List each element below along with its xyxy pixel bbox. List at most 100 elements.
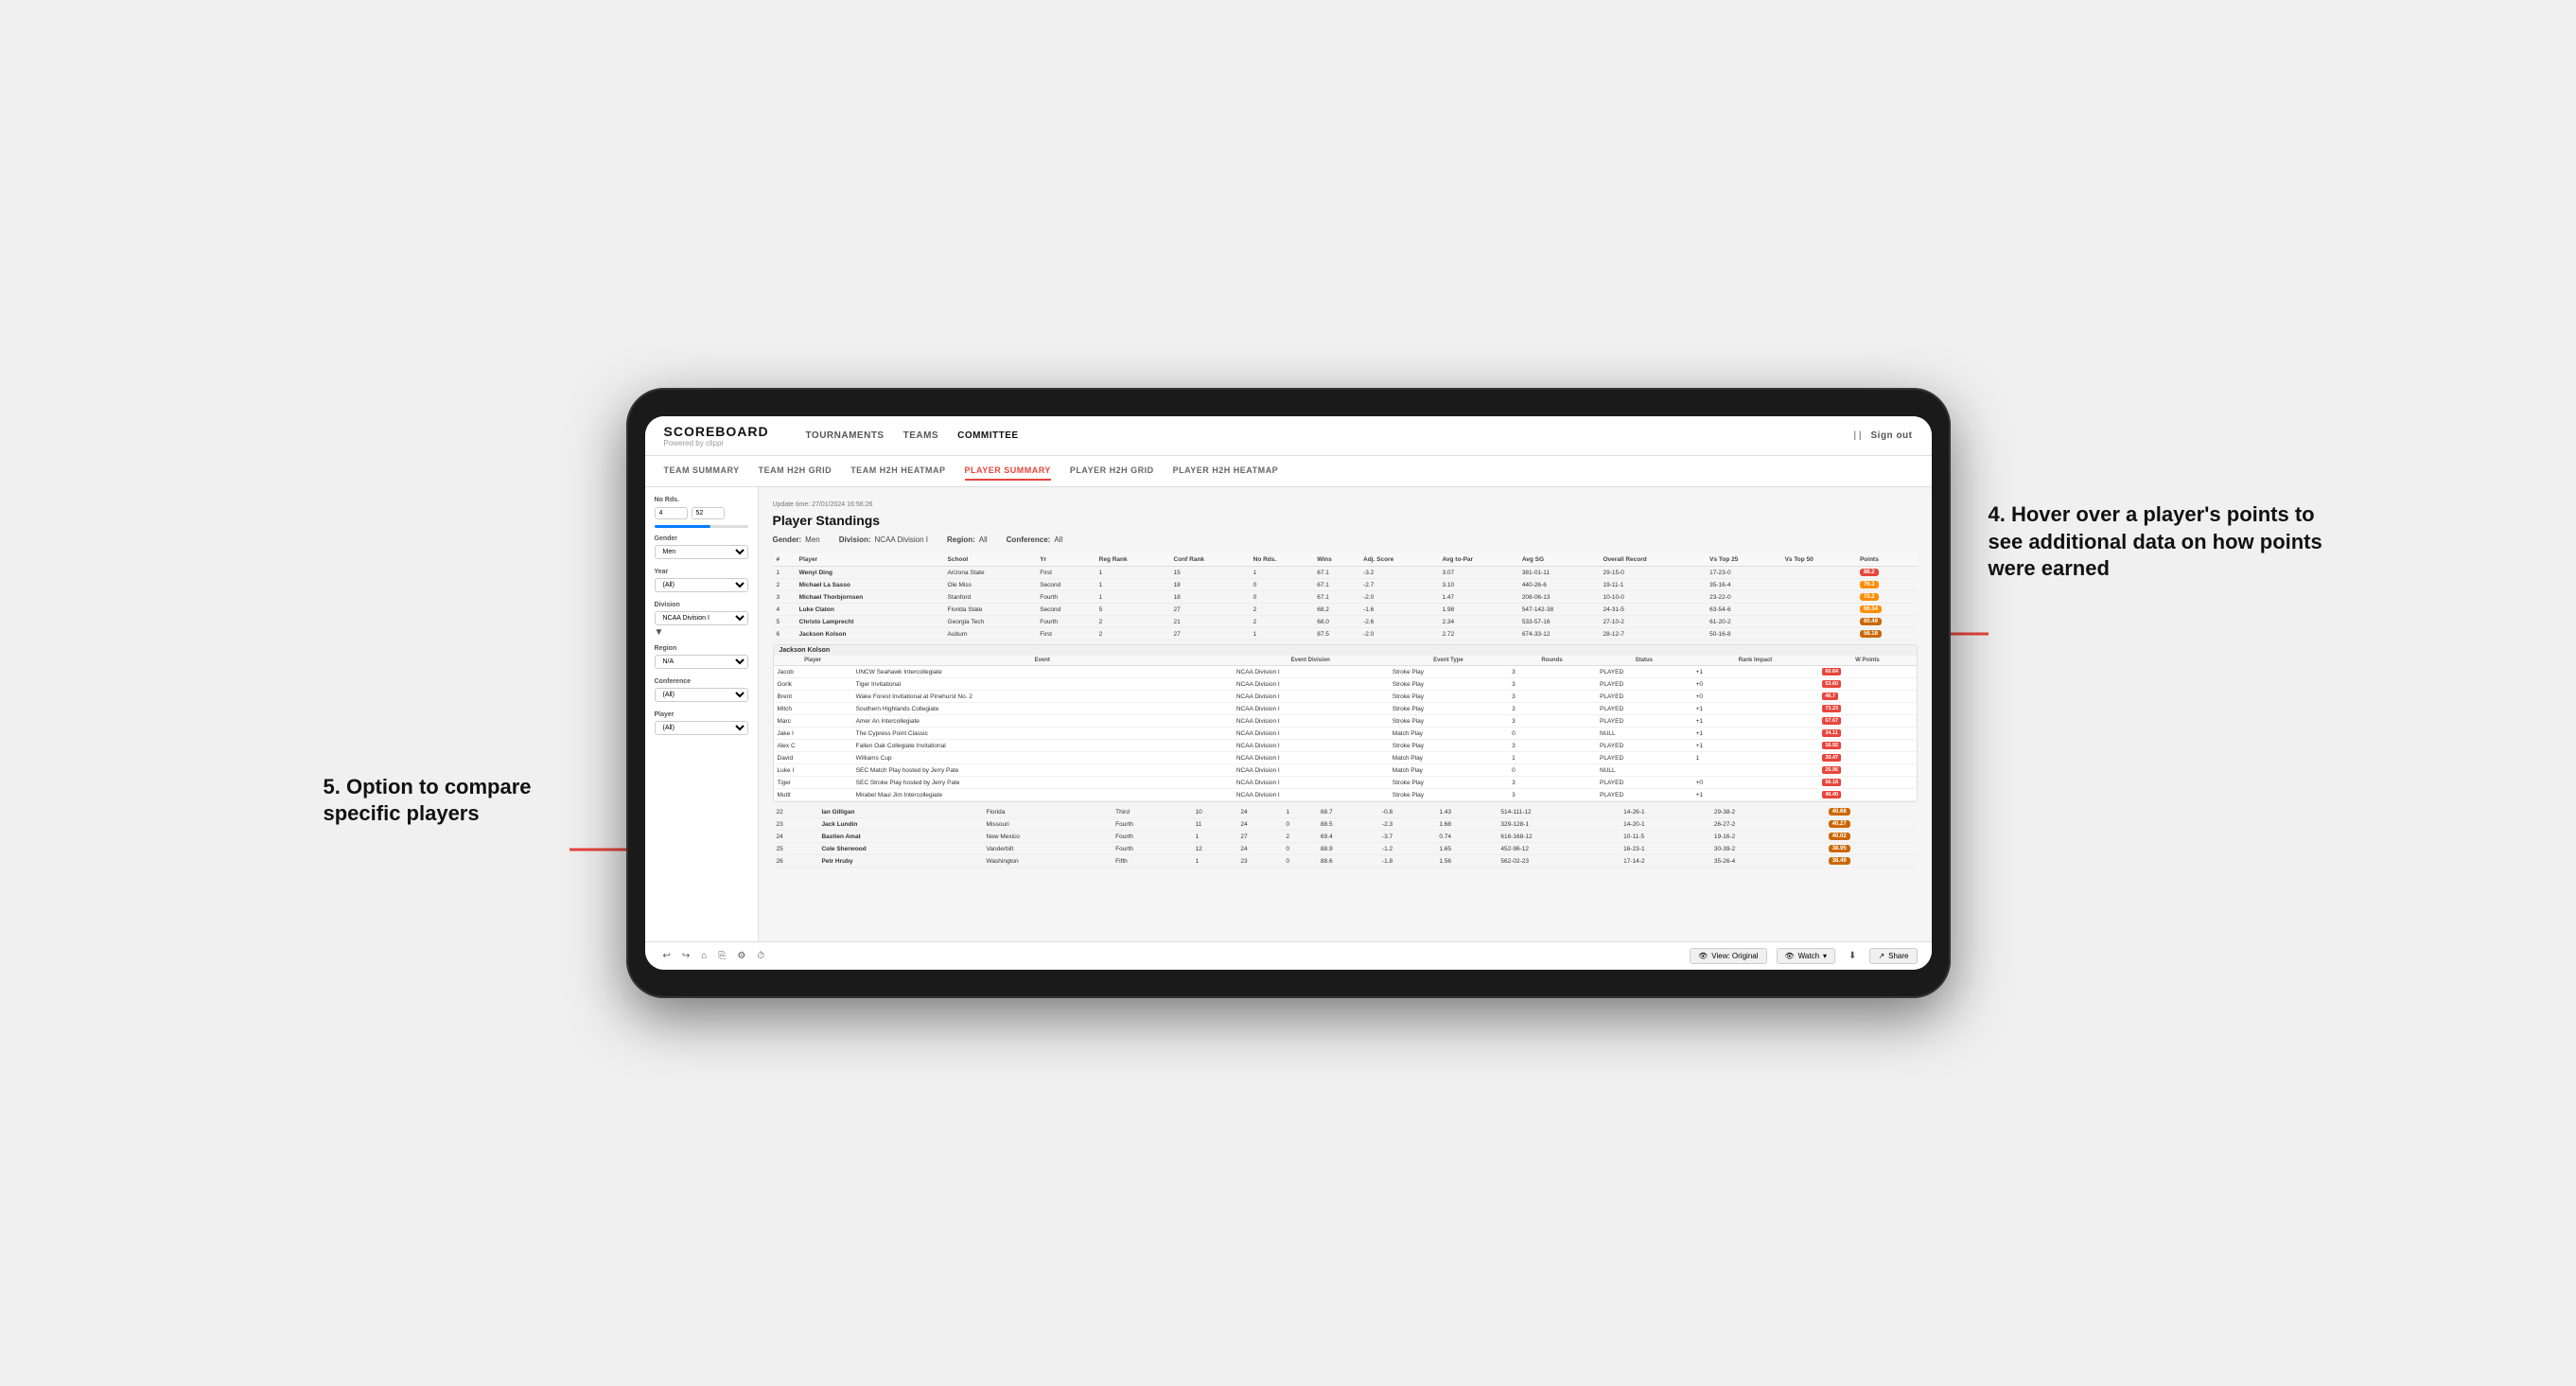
exp-cell-player: Jake I [774, 728, 852, 740]
exp-cell-rounds: 3 [1508, 715, 1596, 728]
clock-button[interactable]: ⏱ [753, 949, 768, 963]
nav-committee[interactable]: COMMITTEE [957, 427, 1019, 445]
cell-vs-top25: 23-22-0 [1706, 591, 1780, 604]
cell-avg-to-par: 1.43 [1435, 806, 1497, 818]
cell-player: Michael La Sasso [796, 579, 944, 591]
share-icon: ↗ [1878, 952, 1884, 960]
division-expand-button[interactable]: ▼ [655, 627, 664, 638]
nav-teams[interactable]: TEAMS [903, 427, 939, 445]
filter-division: Division: NCAA Division I [839, 535, 928, 544]
export-button[interactable]: ⬇ [1845, 949, 1860, 963]
cell-yr: First [1036, 628, 1095, 640]
player-select[interactable]: (All) [655, 721, 748, 735]
cell-vs-top50 [1801, 806, 1825, 818]
col-school: School [944, 553, 1037, 567]
bottom-toolbar: ↩ ↪ ⌂ ⎘ ⚙ ⏱ 👁 View: Original 👁 Watch ▾ [645, 941, 1932, 970]
exp-cell-event: Fallen Oak Collegiate Invitational [852, 740, 1233, 752]
player-label: Player [655, 711, 748, 718]
cell-no-rds: 0 [1282, 818, 1317, 831]
subnav-team-summary[interactable]: TEAM SUMMARY [664, 462, 740, 481]
col-points: Points [1856, 553, 1918, 567]
cell-vs-top25: 61-20-2 [1706, 616, 1780, 628]
cell-avg-sg: 208-06-13 [1518, 591, 1600, 604]
year-label: Year [655, 569, 748, 575]
cell-points[interactable]: 40.02 [1825, 831, 1918, 843]
cell-player: Jackson Kolson [796, 628, 944, 640]
cell-points[interactable]: 70.2 [1856, 591, 1918, 604]
subnav-player-h2h-heatmap[interactable]: PLAYER H2H HEATMAP [1173, 462, 1279, 481]
subnav-player-h2h-grid[interactable]: PLAYER H2H GRID [1070, 462, 1154, 481]
exp-cell-status: PLAYED [1596, 715, 1692, 728]
cell-player: Wenyi Ding [796, 567, 944, 579]
cell-vs-top50 [1781, 604, 1856, 616]
year-select[interactable]: (All) [655, 578, 748, 592]
no-rds-max-input[interactable] [692, 507, 725, 519]
cell-player: Petr Hruby [817, 855, 982, 868]
cell-no-rds: 2 [1282, 831, 1317, 843]
subnav-player-summary[interactable]: PLAYER SUMMARY [965, 462, 1051, 481]
cell-vs-top50 [1781, 628, 1856, 640]
annotation-left-text: 5. Option to compare specific players [324, 775, 532, 826]
subnav-team-h2h-heatmap[interactable]: TEAM H2H HEATMAP [850, 462, 945, 481]
exp-cell-event: SEC Match Play hosted by Jerry Pate [852, 764, 1233, 777]
cell-points[interactable]: 60.49 [1856, 616, 1918, 628]
copy-button[interactable]: ⎘ [714, 949, 729, 963]
gender-select[interactable]: Men Women [655, 545, 748, 559]
cell-points[interactable]: 38.49 [1825, 855, 1918, 868]
exp-cell-rounds: 1 [1508, 752, 1596, 764]
cell-school: Arizona State [944, 567, 1037, 579]
cell-school: Vanderbilt [983, 843, 1113, 855]
annotation-left: 5. Option to compare specific players [324, 774, 588, 828]
no-rds-min-input[interactable] [655, 507, 688, 519]
share-button[interactable]: ↗ Share [1869, 948, 1917, 964]
cell-adj-score: -3.7 [1378, 831, 1435, 843]
exp-cell-w-points: 16.92 [1818, 740, 1916, 752]
cell-points[interactable]: 40.27 [1825, 818, 1918, 831]
col-rank: # [773, 553, 796, 567]
cell-avg-sg: 329-128-1 [1497, 818, 1620, 831]
logo-text: SCOREBOARD [664, 424, 778, 439]
sign-out-button[interactable]: Sign out [1871, 427, 1913, 445]
cell-rank: 25 [773, 843, 818, 855]
col-overall: Overall Record [1599, 553, 1706, 567]
exp-cell-status: PLAYED [1596, 752, 1692, 764]
cell-points[interactable]: 58.18 [1856, 628, 1918, 640]
undo-button[interactable]: ↩ [659, 949, 675, 963]
cell-rank: 5 [773, 616, 796, 628]
view-button[interactable]: 👁 View: Original [1690, 948, 1766, 964]
cell-no-rds: 0 [1250, 579, 1314, 591]
exp-cell-event: Tiger Invitational [852, 678, 1233, 691]
filter-gender: Gender: Men [773, 535, 820, 544]
exp-cell-w-points: 34.11 [1818, 728, 1916, 740]
division-select[interactable]: NCAA Division I [655, 611, 748, 625]
tablet-screen: SCOREBOARD Powered by clippi TOURNAMENTS… [645, 416, 1932, 970]
col-avg-to-par: Avg to-Par [1438, 553, 1517, 567]
center-content: Update time: 27/01/2024 16:56:26 Player … [759, 487, 1932, 941]
conference-select[interactable]: (All) [655, 688, 748, 702]
subnav-team-h2h-grid[interactable]: TEAM H2H GRID [759, 462, 832, 481]
exp-cell-type: Stroke Play [1389, 789, 1508, 801]
exp-cell-rounds: 3 [1508, 703, 1596, 715]
home-button[interactable]: ⌂ [697, 949, 710, 963]
region-select[interactable]: N/A All [655, 655, 748, 669]
redo-button[interactable]: ↪ [678, 949, 693, 963]
nav-tournaments[interactable]: TOURNAMENTS [806, 427, 885, 445]
cell-points[interactable]: 40.68 [1825, 806, 1918, 818]
exp-cell-division: NCAA Division I [1233, 678, 1389, 691]
cell-school: New Mexico [983, 831, 1113, 843]
cell-avg-sg: 616-168-12 [1497, 831, 1620, 843]
cell-school: Stanford [944, 591, 1037, 604]
settings-button[interactable]: ⚙ [733, 949, 749, 963]
cell-points[interactable]: 38.95 [1825, 843, 1918, 855]
cell-yr: Fourth [1112, 843, 1191, 855]
watch-button[interactable]: 👁 Watch ▾ [1777, 948, 1836, 964]
cell-wins: 68.2 [1313, 604, 1359, 616]
exp-cell-rank-impact: +0 [1692, 691, 1819, 703]
cell-conf-rank: 24 [1236, 818, 1282, 831]
cell-points[interactable]: 88.2 [1856, 567, 1918, 579]
cell-rank: 6 [773, 628, 796, 640]
cell-conf-rank: 15 [1170, 567, 1250, 579]
cell-points[interactable]: 76.3 [1856, 579, 1918, 591]
cell-points[interactable]: 68.34 [1856, 604, 1918, 616]
cell-vs-top50 [1801, 831, 1825, 843]
